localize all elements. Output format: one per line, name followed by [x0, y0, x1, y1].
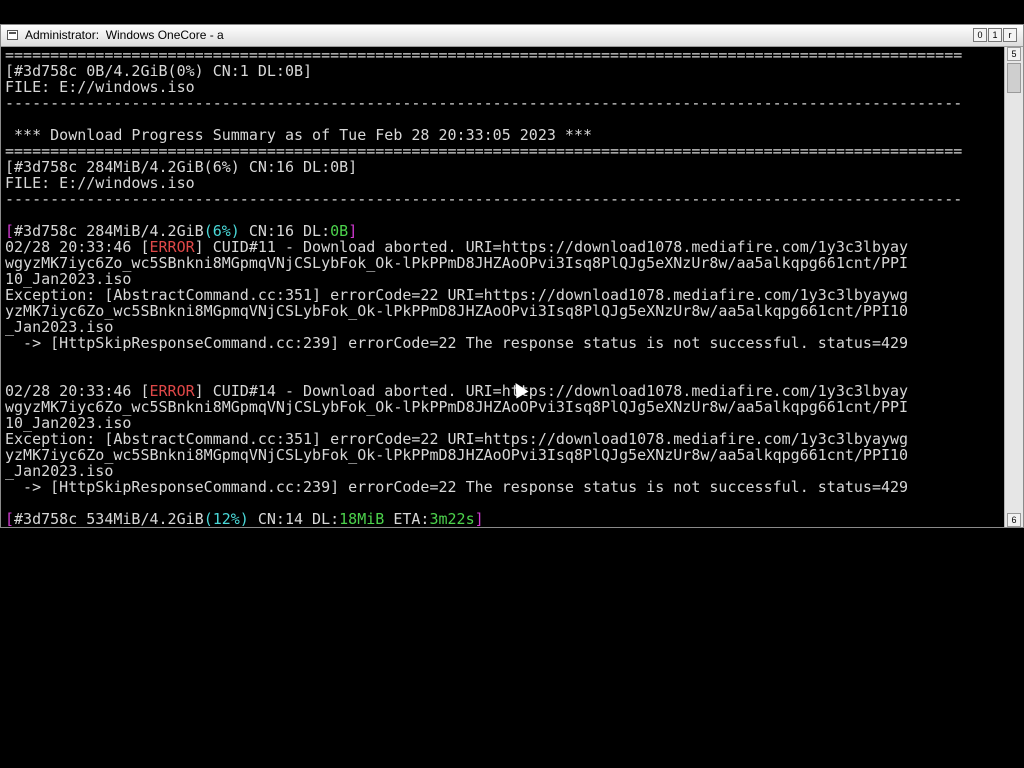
close-button[interactable]: r — [1003, 28, 1017, 42]
console-line: ========================================… — [5, 47, 962, 63]
console-text-segment: ----------------------------------------… — [5, 190, 963, 208]
title-bar[interactable]: Administrator: Windows OneCore - a 0 1 r — [1, 25, 1023, 47]
console-line: wgyzMK7iyc6Zo_wc5SBnkni8MGpmqVNjCSLybFok… — [5, 255, 908, 271]
console-text-segment: ] — [474, 510, 484, 527]
console-output[interactable]: ========================================… — [1, 47, 1004, 527]
scrollbar-thumb[interactable] — [1007, 63, 1021, 93]
console-text-segment: #3d758c 534MiB/4.2GiB — [14, 510, 204, 527]
console-line: yzMK7iyc6Zo_wc5SBnkni8MGpmqVNjCSLybFok_O… — [5, 447, 908, 463]
console-line: [#3d758c 284MiB/4.2GiB(6%) CN:16 DL:0B] — [5, 159, 357, 175]
console-text-segment: wgyzMK7iyc6Zo_wc5SBnkni8MGpmqVNjCSLybFok… — [5, 254, 909, 272]
console-line: _Jan2023.iso — [5, 463, 113, 479]
console-text-segment: ----------------------------------------… — [5, 94, 963, 112]
console-line: 10_Jan2023.iso — [5, 271, 131, 287]
console-line: -> [HttpSkipResponseCommand.cc:239] erro… — [5, 479, 908, 495]
console-line: 10_Jan2023.iso — [5, 415, 131, 431]
minimize-button[interactable]: 0 — [973, 28, 987, 42]
console-line: ----------------------------------------… — [5, 95, 962, 111]
console-line: _Jan2023.iso — [5, 319, 113, 335]
scroll-down-button[interactable]: 6 — [1007, 513, 1021, 527]
console-text-segment: 18MiB — [339, 510, 385, 527]
console-text-segment: (12%) — [203, 510, 249, 527]
console-text-segment: [ — [5, 510, 15, 527]
console-line: [#3d758c 0B/4.2GiB(0%) CN:1 DL:0B] — [5, 63, 312, 79]
console-text-segment: -> [HttpSkipResponseCommand.cc:239] erro… — [5, 478, 909, 496]
console-window: Administrator: Windows OneCore - a 0 1 r… — [0, 24, 1024, 528]
window-title: Administrator: Windows OneCore - a — [25, 28, 224, 42]
console-line: Exception: [AbstractCommand.cc:351] erro… — [5, 287, 908, 303]
console-line: *** Download Progress Summary as of Tue … — [5, 127, 592, 143]
console-line: wgyzMK7iyc6Zo_wc5SBnkni8MGpmqVNjCSLybFok… — [5, 399, 908, 415]
console-text-segment: 3m22s — [429, 510, 475, 527]
maximize-button[interactable]: 1 — [988, 28, 1002, 42]
console-line: yzMK7iyc6Zo_wc5SBnkni8MGpmqVNjCSLybFok_O… — [5, 303, 908, 319]
console-line: ========================================… — [5, 143, 962, 159]
console-line: FILE: E://windows.iso — [5, 175, 195, 191]
console-line: FILE: E://windows.iso — [5, 79, 195, 95]
console-text-segment: ETA: — [384, 510, 430, 527]
console-line: Exception: [AbstractCommand.cc:351] erro… — [5, 431, 908, 447]
console-line: -> [HttpSkipResponseCommand.cc:239] erro… — [5, 335, 908, 351]
console-line: 02/28 20:33:46 [ERROR] CUID#14 - Downloa… — [5, 383, 908, 399]
console-line: [#3d758c 534MiB/4.2GiB(12%) CN:14 DL:18M… — [5, 511, 484, 527]
vertical-scrollbar[interactable]: 5 6 — [1004, 47, 1023, 527]
window-controls: 0 1 r — [973, 28, 1017, 42]
console-window-icon[interactable] — [7, 30, 18, 40]
console-text-segment: -> [HttpSkipResponseCommand.cc:239] erro… — [5, 334, 909, 352]
console-line: ----------------------------------------… — [5, 191, 962, 207]
console-text-segment: yzMK7iyc6Zo_wc5SBnkni8MGpmqVNjCSLybFok_O… — [5, 446, 909, 464]
console-text-segment: wgyzMK7iyc6Zo_wc5SBnkni8MGpmqVNjCSLybFok… — [5, 398, 909, 416]
console-text-segment: CN:14 DL: — [248, 510, 340, 527]
console-text-segment: yzMK7iyc6Zo_wc5SBnkni8MGpmqVNjCSLybFok_O… — [5, 302, 909, 320]
console-line: [#3d758c 284MiB/4.2GiB(6%) CN:16 DL:0B] — [5, 223, 357, 239]
scroll-up-button[interactable]: 5 — [1007, 47, 1021, 61]
console-line: 02/28 20:33:46 [ERROR] CUID#11 - Downloa… — [5, 239, 908, 255]
